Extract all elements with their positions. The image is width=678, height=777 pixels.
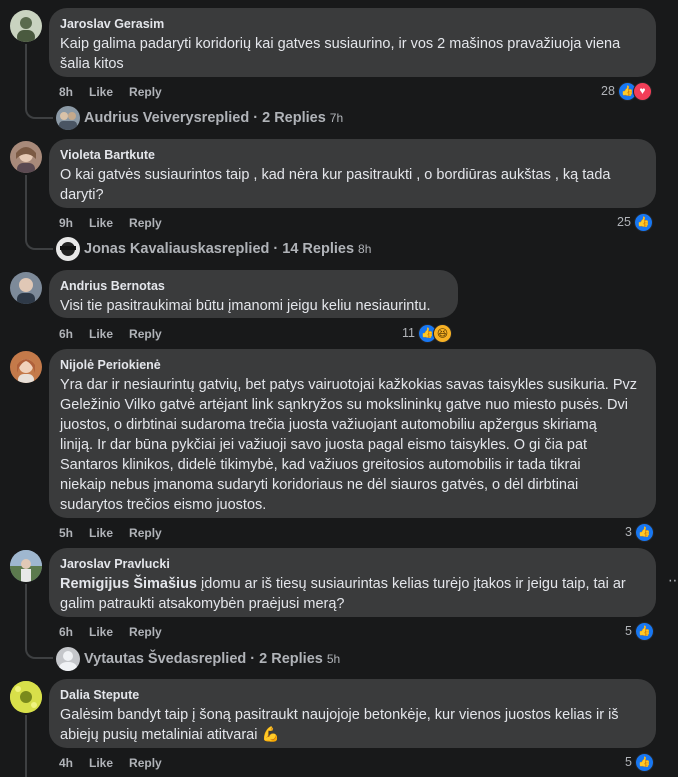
comment-text: Yra dar ir nesiaurintų gatvių, bet patys…: [60, 377, 638, 513]
comment-bubble: Andrius Bernotas Visi tie pasitraukimai …: [49, 270, 458, 318]
like-button[interactable]: Like: [89, 85, 113, 99]
avatar: [56, 106, 80, 130]
comment-author[interactable]: Jaroslav Pravlucki: [60, 556, 644, 572]
comment-text: Galėsim bandyt taip į šoną pasitraukt na…: [60, 707, 619, 743]
reaction-count: 11: [402, 326, 415, 340]
comment-author[interactable]: Jaroslav Gerasim: [60, 16, 644, 32]
comment-author[interactable]: Andrius Bernotas: [60, 278, 446, 294]
comment-author[interactable]: Dalia Stepute: [60, 687, 644, 703]
like-icon: 👍: [634, 621, 654, 641]
like-button[interactable]: Like: [89, 756, 113, 770]
avatar: [56, 647, 80, 671]
thread-connector: [25, 44, 53, 119]
timestamp[interactable]: 6h: [59, 625, 73, 639]
replies-label: replied · 2 Replies: [201, 110, 326, 126]
timestamp[interactable]: 5h: [59, 526, 73, 540]
replier-name: Audrius Veiverys: [84, 110, 202, 126]
like-icon: 👍: [634, 522, 654, 542]
comment-text: Remigijus Šimašius įdomu ar iš tiesų sus…: [60, 576, 626, 612]
avatar[interactable]: [10, 681, 42, 713]
reply-button[interactable]: Reply: [129, 327, 162, 341]
timestamp[interactable]: 6h: [59, 327, 73, 341]
replier-name: Jonas Kavaliauskas: [84, 241, 222, 257]
reaction-count: 5: [625, 624, 632, 638]
view-replies-link[interactable]: Vytautas Švedas replied · 2 Replies 5h: [56, 647, 340, 671]
comment-bubble: Jaroslav Gerasim Kaip galima padaryti ko…: [49, 8, 656, 77]
reaction-count: 3: [625, 525, 632, 539]
reaction-count: 5: [625, 755, 632, 769]
view-replies-link[interactable]: Audrius Veiverys replied · 2 Replies 7h: [56, 106, 343, 130]
timestamp[interactable]: 9h: [59, 216, 73, 230]
reply-button[interactable]: Reply: [129, 625, 162, 639]
avatar[interactable]: [10, 141, 42, 173]
avatar[interactable]: [10, 351, 42, 383]
comment-bubble: Violeta Bartkute O kai gatvės susiaurint…: [49, 139, 656, 208]
comment-text: O kai gatvės susiaurintos taip , kad nėr…: [60, 167, 611, 203]
comment-meta: 4h Like Reply: [59, 755, 178, 771]
reply-button[interactable]: Reply: [129, 756, 162, 770]
comment-bubble: Nijolė Periokienė Yra dar ir nesiaurintų…: [49, 349, 656, 518]
reply-button[interactable]: Reply: [129, 526, 162, 540]
more-options-icon[interactable]: ⋯: [668, 572, 678, 589]
thread-connector: [25, 175, 53, 250]
avatar[interactable]: [10, 550, 42, 582]
thread-connector: [25, 715, 27, 777]
like-button[interactable]: Like: [89, 327, 113, 341]
flexed-biceps-emoji: 💪: [261, 727, 280, 743]
like-icon: 👍: [633, 212, 653, 232]
comment-bubble: Dalia Stepute Galėsim bandyt taip į šoną…: [49, 679, 656, 748]
haha-icon: 😆: [432, 323, 452, 343]
replier-name: Vytautas Švedas: [84, 651, 199, 667]
reaction-summary[interactable]: 5 👍: [625, 621, 654, 641]
love-icon: ♥: [632, 81, 652, 101]
comment-text: Kaip galima padaryti koridorių kai gatve…: [60, 36, 621, 72]
comment-meta: 8h Like Reply: [59, 84, 178, 100]
mention-link[interactable]: Remigijus Šimašius: [60, 576, 197, 592]
reaction-count: 28: [601, 84, 615, 98]
replies-label: replied · 14 Replies: [221, 241, 355, 257]
comment-text: Visi tie pasitraukimai būtu įmanomi jeig…: [60, 298, 431, 314]
reaction-summary[interactable]: 3 👍: [625, 522, 654, 542]
comment-author[interactable]: Nijolė Periokienė: [60, 357, 644, 373]
timestamp[interactable]: 8h: [59, 85, 73, 99]
reply-button[interactable]: Reply: [129, 216, 162, 230]
replies-time: 5h: [326, 652, 341, 666]
comment-author[interactable]: Violeta Bartkute: [60, 147, 644, 163]
thread-connector: [25, 584, 53, 659]
reaction-summary[interactable]: 28 👍 ♥: [601, 81, 652, 101]
timestamp[interactable]: 4h: [59, 756, 73, 770]
reaction-summary[interactable]: 5 👍: [625, 752, 654, 772]
comment-meta: 6h Like Reply: [59, 326, 178, 342]
replies-label: replied · 2 Replies: [198, 651, 323, 667]
view-replies-link[interactable]: Jonas Kavaliauskas replied · 14 Replies 8…: [56, 237, 371, 261]
like-button[interactable]: Like: [89, 216, 113, 230]
comment-meta: 5h Like Reply: [59, 525, 178, 541]
reaction-summary[interactable]: 11 👍 😆: [402, 323, 452, 343]
like-icon: 👍: [634, 752, 654, 772]
comment-meta: 6h Like Reply: [59, 624, 178, 640]
reaction-count: 25: [617, 215, 631, 229]
replies-time: 8h: [358, 242, 372, 256]
reaction-summary[interactable]: 25 👍: [617, 212, 653, 232]
replies-time: 7h: [329, 111, 344, 125]
comment-bubble: Jaroslav Pravlucki Remigijus Šimašius įd…: [49, 548, 656, 617]
comment-meta: 9h Like Reply: [59, 215, 178, 231]
avatar[interactable]: [10, 10, 42, 42]
like-button[interactable]: Like: [89, 625, 113, 639]
reply-button[interactable]: Reply: [129, 85, 162, 99]
like-button[interactable]: Like: [89, 526, 113, 540]
avatar[interactable]: [10, 272, 42, 304]
avatar: [56, 237, 80, 261]
